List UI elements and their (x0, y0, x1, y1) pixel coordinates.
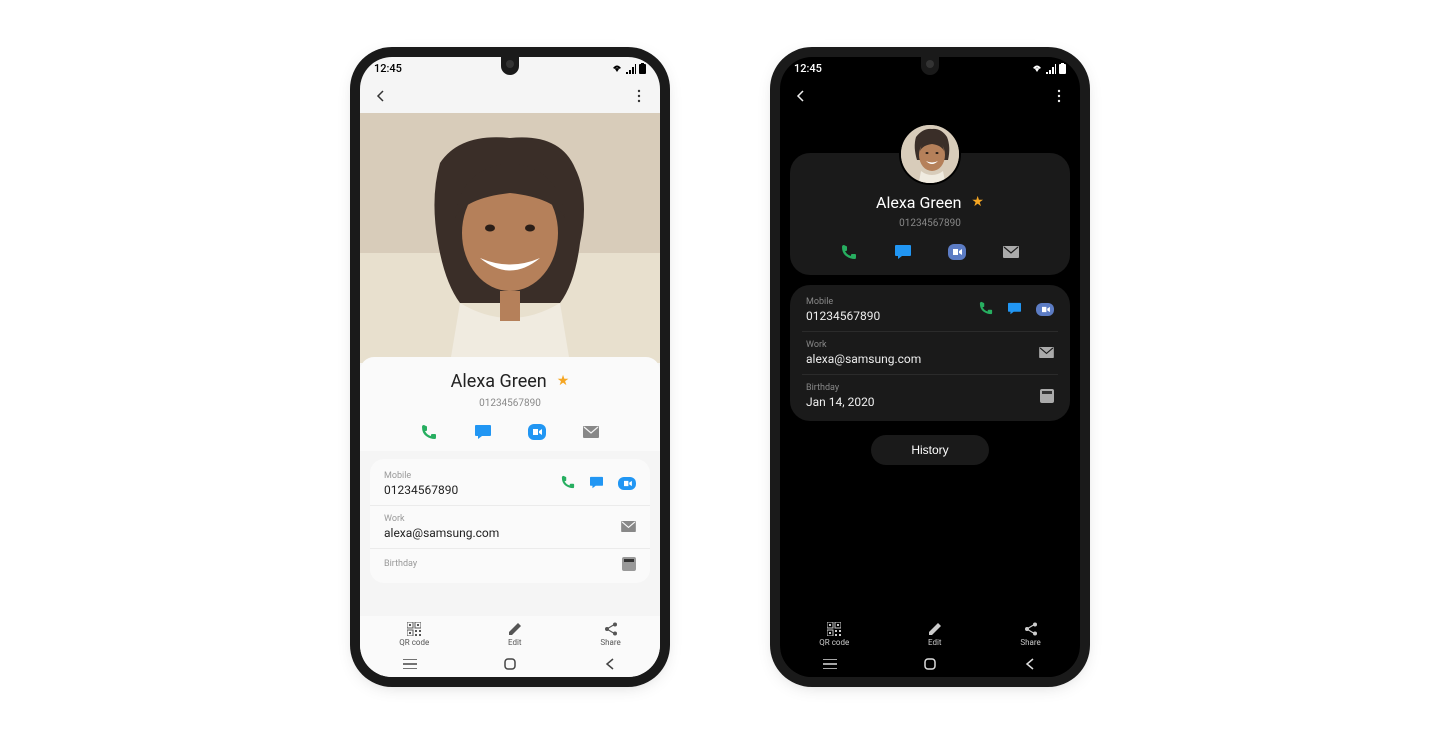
home-nav-icon[interactable] (500, 658, 520, 670)
message-icon[interactable] (589, 474, 604, 493)
front-camera (926, 60, 934, 68)
edit-label: Edit (508, 638, 522, 647)
recents-nav-icon[interactable] (820, 659, 840, 669)
home-nav-icon[interactable] (920, 658, 940, 670)
app-bar (360, 79, 660, 113)
qr-code-button[interactable]: QR code (399, 622, 429, 647)
mobile-value: 01234567890 (384, 483, 458, 497)
quick-actions (376, 423, 644, 441)
contact-header-card: Alexa Green ★ 01234567890 (790, 153, 1070, 275)
birthday-label: Birthday (806, 383, 875, 393)
contact-header: Alexa Green ★ 01234567890 (360, 357, 660, 451)
share-label: Share (600, 638, 620, 647)
qr-code-icon (407, 622, 421, 636)
signal-icon (626, 64, 636, 74)
work-value: alexa@samsung.com (384, 526, 499, 540)
share-button[interactable]: Share (600, 622, 620, 647)
call-icon[interactable] (979, 300, 993, 319)
share-icon (1024, 622, 1038, 636)
app-bar (780, 79, 1080, 113)
edit-label: Edit (928, 638, 942, 647)
calendar-icon[interactable] (622, 557, 636, 571)
qr-code-label: QR code (399, 638, 429, 647)
front-camera (506, 60, 514, 68)
contact-avatar[interactable] (899, 123, 961, 185)
mobile-label: Mobile (384, 471, 458, 481)
recents-nav-icon[interactable] (400, 659, 420, 669)
email-icon[interactable] (621, 517, 636, 536)
back-nav-icon[interactable] (1020, 658, 1040, 670)
status-time: 12:45 (794, 62, 822, 75)
share-label: Share (1020, 638, 1040, 647)
more-icon[interactable] (1052, 89, 1066, 103)
message-icon[interactable] (1007, 300, 1022, 319)
back-nav-icon[interactable] (600, 658, 620, 670)
history-button[interactable]: History (871, 435, 988, 465)
edit-button[interactable]: Edit (928, 622, 942, 647)
work-label: Work (806, 340, 921, 350)
detail-row-mobile[interactable]: Mobile 01234567890 (370, 463, 650, 506)
call-icon[interactable] (840, 243, 858, 261)
call-icon[interactable] (420, 423, 438, 441)
qr-code-label: QR code (819, 638, 849, 647)
mobile-value: 01234567890 (806, 309, 880, 323)
phone-light-mode: 12:45 Alexa Green ★ 01234567890 (360, 57, 660, 677)
edit-icon (508, 622, 522, 636)
message-icon[interactable] (894, 243, 912, 261)
wifi-icon (611, 64, 623, 74)
battery-icon (639, 63, 646, 74)
phone-dark-mode: 12:45 (780, 57, 1080, 677)
qr-code-button[interactable]: QR code (819, 622, 849, 647)
status-icons (611, 63, 646, 74)
video-call-icon[interactable] (528, 423, 546, 441)
more-icon[interactable] (632, 89, 646, 103)
work-value: alexa@samsung.com (806, 352, 921, 366)
edit-button[interactable]: Edit (508, 622, 522, 647)
signal-icon (1046, 64, 1056, 74)
detail-row-birthday[interactable]: Birthday Jan 14, 2020 (802, 375, 1058, 417)
status-time: 12:45 (374, 62, 402, 75)
email-icon[interactable] (1039, 343, 1054, 362)
email-icon[interactable] (582, 423, 600, 441)
quick-actions (802, 243, 1058, 261)
calendar-icon[interactable] (1040, 389, 1054, 403)
details-card: Mobile 01234567890 Work alexa@samsung.co… (790, 285, 1070, 421)
bottom-toolbar: QR code Edit Share (360, 616, 660, 651)
birthday-value: Jan 14, 2020 (806, 395, 875, 409)
battery-icon (1059, 63, 1066, 74)
qr-code-icon (827, 622, 841, 636)
email-icon[interactable] (1002, 243, 1020, 261)
call-icon[interactable] (561, 474, 575, 493)
video-call-icon[interactable] (618, 477, 636, 490)
bottom-toolbar: QR code Edit Share (780, 616, 1080, 651)
contact-phone-display: 01234567890 (376, 398, 644, 409)
contact-name: Alexa Green (876, 193, 961, 212)
detail-row-mobile[interactable]: Mobile 01234567890 (802, 289, 1058, 332)
detail-row-birthday[interactable]: Birthday (370, 549, 650, 579)
status-icons (1031, 63, 1066, 74)
message-icon[interactable] (474, 423, 492, 441)
contact-photo-hero[interactable] (360, 113, 660, 363)
back-icon[interactable] (374, 89, 388, 103)
detail-row-work[interactable]: Work alexa@samsung.com (802, 332, 1058, 375)
wifi-icon (1031, 64, 1043, 74)
back-icon[interactable] (794, 89, 808, 103)
share-icon (604, 622, 618, 636)
video-call-icon[interactable] (1036, 303, 1054, 316)
detail-row-work[interactable]: Work alexa@samsung.com (370, 506, 650, 549)
contact-name: Alexa Green (451, 371, 547, 392)
share-button[interactable]: Share (1020, 622, 1040, 647)
work-label: Work (384, 514, 499, 524)
details-card: Mobile 01234567890 Work alexa@samsung.co… (370, 459, 650, 583)
favorite-star-icon[interactable]: ★ (971, 194, 984, 210)
mobile-label: Mobile (806, 297, 880, 307)
edit-icon (928, 622, 942, 636)
contact-phone-display: 01234567890 (802, 218, 1058, 229)
nav-bar (360, 651, 660, 677)
nav-bar (780, 651, 1080, 677)
favorite-star-icon[interactable]: ★ (557, 373, 570, 389)
video-call-icon[interactable] (948, 243, 966, 261)
birthday-label: Birthday (384, 559, 417, 569)
